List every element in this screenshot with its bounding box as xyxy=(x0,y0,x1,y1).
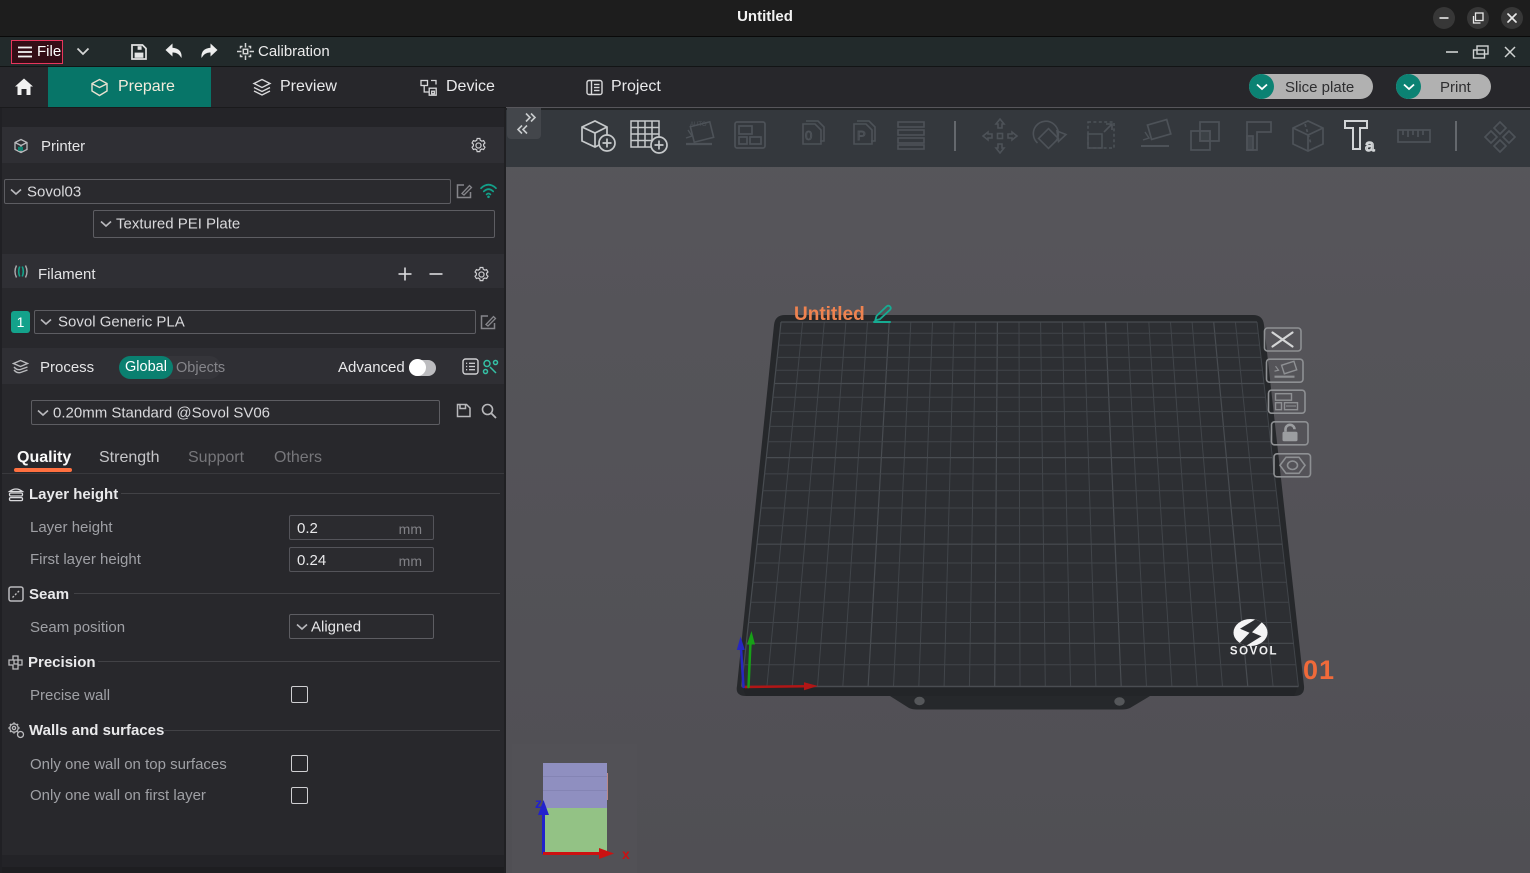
svg-text:0: 0 xyxy=(805,128,812,143)
svg-text:AUTO: AUTO xyxy=(690,122,707,128)
svg-text:P: P xyxy=(857,128,866,143)
svg-text:a: a xyxy=(1365,136,1375,155)
